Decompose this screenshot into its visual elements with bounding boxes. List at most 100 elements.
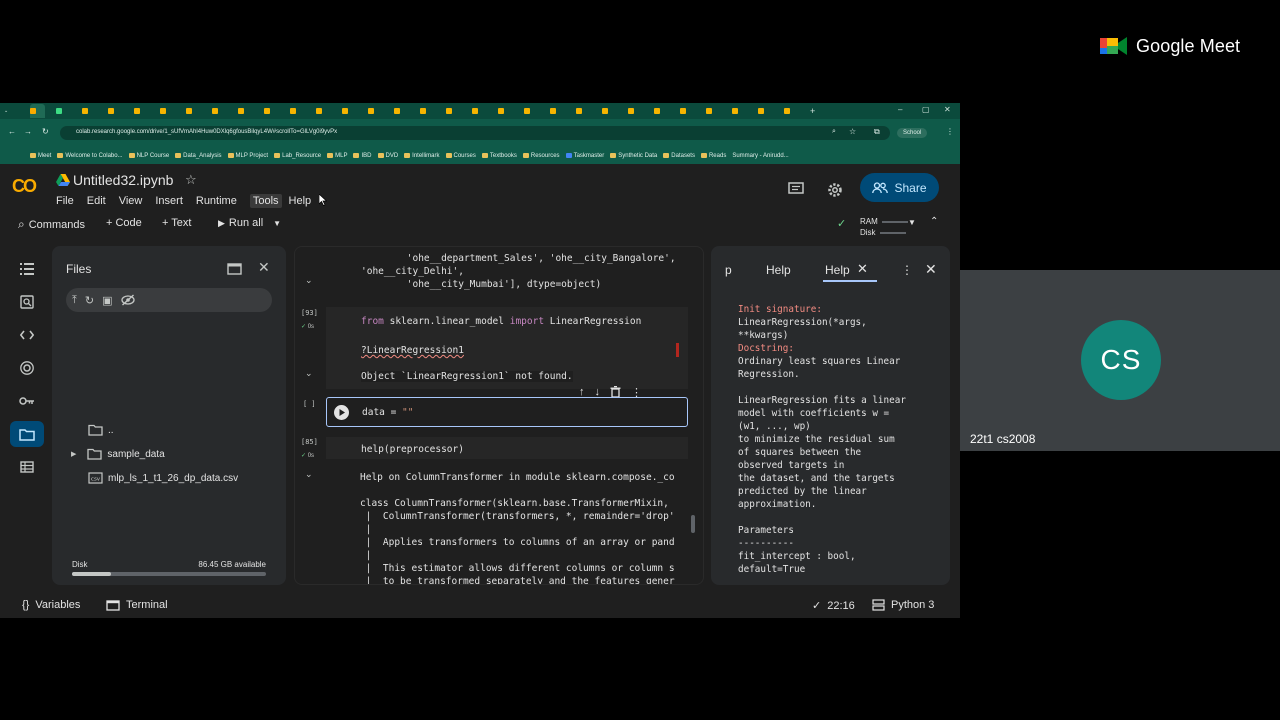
bookmark-star-icon[interactable]: ☆ [849, 127, 856, 136]
menu-tools[interactable]: Tools [249, 194, 282, 208]
minimize-icon[interactable]: – [898, 105, 902, 114]
bookmark-item[interactable]: Data_Analysis [175, 153, 222, 159]
files-folder-icon[interactable] [10, 421, 44, 447]
add-text-button[interactable]: + Text [162, 217, 191, 229]
kernel-indicator[interactable]: Python 3 [872, 599, 934, 611]
browser-tab[interactable] [654, 105, 669, 117]
browser-menu-icon[interactable]: ⋮ [946, 127, 954, 136]
bookmark-item[interactable]: Lab_Resource [274, 153, 321, 159]
menu-edit[interactable]: Edit [87, 195, 112, 208]
file-row-csv[interactable]: csv mlp_ls_1_t1_26_dp_data.csv [88, 472, 238, 484]
reload-icon[interactable]: ↻ [42, 127, 49, 136]
browser-tab[interactable] [30, 104, 45, 118]
browser-tab[interactable] [212, 105, 227, 117]
bookmark-item[interactable]: DVD [377, 153, 398, 159]
upload-icon[interactable]: ⤒ [72, 294, 77, 307]
bookmark-item[interactable]: Intellimark [404, 153, 440, 159]
collapse-output-chevron-icon[interactable]: ⌄ [305, 469, 313, 480]
hide-files-icon[interactable] [120, 294, 135, 306]
terminal-button[interactable]: Terminal [106, 599, 168, 611]
new-window-icon[interactable] [227, 263, 242, 275]
find-replace-icon[interactable] [10, 289, 44, 315]
share-button[interactable]: Share [860, 173, 939, 202]
bookmark-item[interactable]: NLP Course [128, 153, 169, 159]
collapse-output-chevron-icon[interactable]: ⌄ [305, 275, 313, 286]
menu-file[interactable]: File [56, 195, 80, 208]
bookmark-item[interactable]: Reads [700, 153, 726, 159]
code-line[interactable]: data = "" [362, 407, 414, 418]
browser-tab[interactable] [680, 105, 695, 117]
file-row-sample-data[interactable]: ▶ sample_data [71, 448, 165, 460]
close-panel-icon[interactable]: ✕ [925, 261, 937, 278]
tab-help-active[interactable]: Help [825, 263, 850, 277]
bookmark-item[interactable]: Welcome to Colabo... [57, 153, 123, 159]
bookmark-item[interactable]: Summary - Anirudd... [732, 153, 788, 159]
bookmark-item[interactable]: Courses [445, 153, 476, 159]
star-icon[interactable]: ☆ [185, 172, 197, 188]
runtime-chevron-icon[interactable]: ▼ [908, 218, 916, 227]
forward-icon[interactable]: → [24, 127, 32, 136]
url-field[interactable]: colab.research.google.com/drive/1_sUfVmA… [60, 126, 890, 140]
ram-disk-indicator[interactable]: RAM Disk [860, 216, 908, 238]
more-vert-icon[interactable]: ⋮ [901, 263, 913, 277]
browser-tab[interactable] [732, 105, 747, 117]
close-tab-icon[interactable]: ✕ [857, 261, 868, 277]
browser-tab[interactable] [550, 105, 565, 117]
bookmark-item[interactable]: Textbooks [481, 153, 517, 159]
browser-tab[interactable] [784, 105, 799, 117]
bookmark-item[interactable]: Taskmaster [565, 153, 604, 159]
tab-help[interactable]: Help [766, 263, 791, 277]
commands-button[interactable]: ⌕ Commands [18, 217, 85, 232]
browser-tab[interactable] [238, 105, 253, 117]
browser-tab[interactable] [706, 105, 721, 117]
add-code-button[interactable]: + Code [106, 217, 142, 229]
close-window-icon[interactable]: ✕ [944, 105, 951, 114]
notebook-title[interactable]: Untitled32.ipynb [73, 172, 173, 188]
browser-tab[interactable] [498, 105, 513, 117]
browser-tab[interactable] [342, 105, 357, 117]
browser-tab[interactable] [186, 105, 201, 117]
browser-tab[interactable] [160, 105, 175, 117]
mount-drive-icon[interactable]: ▣ [102, 294, 112, 307]
run-all-button[interactable]: ▶ Run all ▼ [218, 217, 281, 229]
browser-tab[interactable] [264, 105, 279, 117]
maximize-icon[interactable]: ▢ [922, 105, 930, 114]
menu-view[interactable]: View [119, 195, 149, 208]
browser-tab[interactable] [420, 105, 435, 117]
zoom-icon[interactable]: ⌕ [832, 128, 836, 136]
browser-tab[interactable] [316, 105, 331, 117]
file-row-parent[interactable]: .. [88, 424, 114, 436]
bookmark-item[interactable]: MLP Project [227, 153, 268, 159]
bookmark-item[interactable]: Resources [522, 153, 560, 159]
browser-tab[interactable] [394, 105, 409, 117]
code-snippets-icon[interactable] [10, 322, 44, 348]
last-run-time[interactable]: ✓ 22:16 [812, 599, 855, 613]
menu-insert[interactable]: Insert [155, 195, 189, 208]
variables-button[interactable]: {} Variables [22, 599, 80, 611]
expand-arrow-icon[interactable]: ▶ [71, 450, 76, 458]
settings-gear-icon[interactable] [826, 181, 844, 199]
bookmark-item[interactable]: MLP [327, 153, 347, 159]
browser-tab[interactable] [446, 105, 461, 117]
run-cell-icon[interactable] [334, 405, 349, 420]
close-panel-icon[interactable]: ✕ [258, 259, 270, 276]
browser-tab[interactable] [524, 105, 539, 117]
output-scrollbar[interactable] [691, 515, 695, 533]
collapse-output-chevron-icon[interactable]: ⌄ [305, 368, 313, 379]
tab-p[interactable]: p [725, 263, 732, 277]
toc-icon[interactable] [10, 256, 44, 282]
browser-tab[interactable] [290, 105, 305, 117]
bookmark-item[interactable]: IBD [353, 153, 372, 159]
new-tab-icon[interactable]: + [810, 105, 825, 117]
bookmark-item[interactable]: Datasets [663, 153, 695, 159]
data-table-icon[interactable] [10, 454, 44, 480]
browser-tab[interactable] [56, 105, 71, 117]
back-icon[interactable]: ← [8, 127, 16, 136]
secrets-key-icon[interactable] [10, 388, 44, 414]
browser-tab[interactable] [472, 105, 487, 117]
browser-tab[interactable] [758, 105, 773, 117]
browser-tab[interactable] [108, 105, 123, 117]
browser-tab[interactable] [82, 105, 97, 117]
browser-tab[interactable] [134, 105, 149, 117]
extensions-icon[interactable]: ⧉ [874, 127, 880, 137]
